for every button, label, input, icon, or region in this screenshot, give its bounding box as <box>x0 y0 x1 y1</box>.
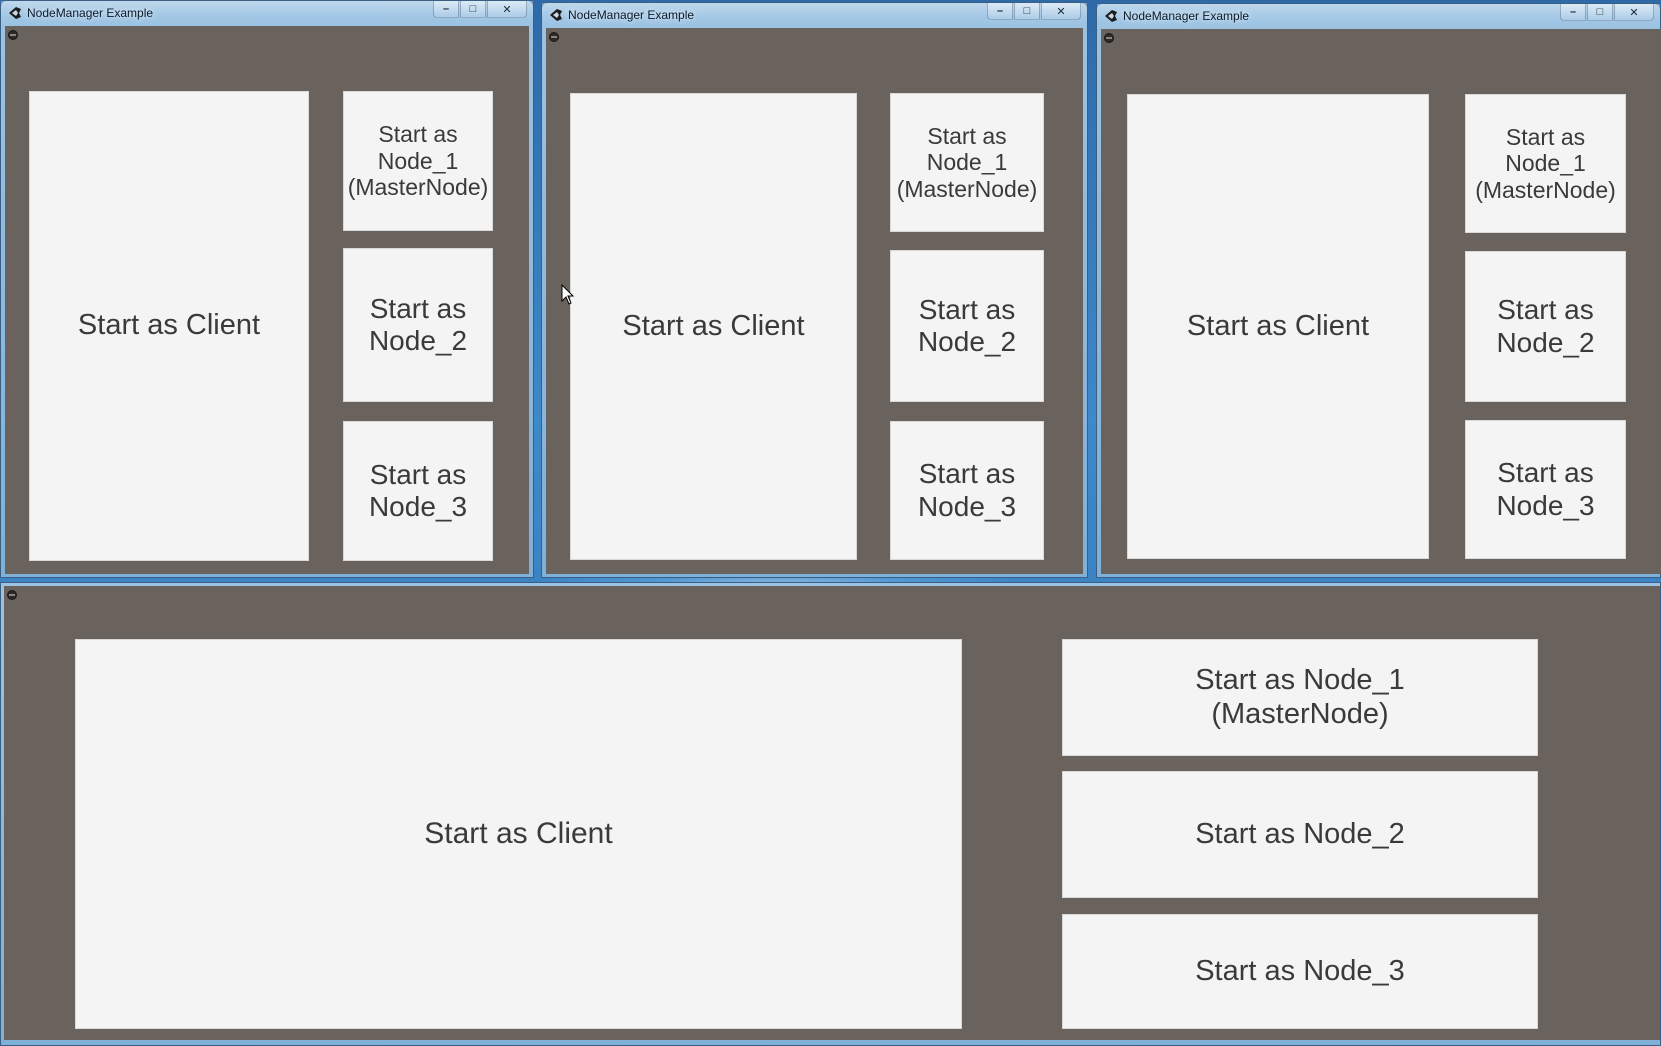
app-window-1: NodeManager Example – □ ✕ Start as Clien… <box>0 0 534 578</box>
minimize-icon: – <box>1569 6 1577 18</box>
maximize-button[interactable]: □ <box>1014 3 1040 20</box>
close-icon: ✕ <box>502 3 512 16</box>
title-bar[interactable]: NodeManager Example – □ ✕ <box>1 1 533 25</box>
start-as-node2-button[interactable]: Start as Node_2 <box>1465 251 1626 402</box>
minimize-button[interactable]: – <box>987 3 1013 20</box>
close-button[interactable]: ✕ <box>1041 3 1081 20</box>
maximize-button[interactable]: □ <box>1587 4 1613 21</box>
system-menu-icon[interactable] <box>1104 33 1114 43</box>
system-menu-icon[interactable] <box>8 30 18 40</box>
start-as-node2-button[interactable]: Start as Node_2 <box>1062 771 1538 898</box>
close-icon: ✕ <box>1056 5 1066 18</box>
start-as-client-button[interactable]: Start as Client <box>1127 94 1429 559</box>
window-title: NodeManager Example <box>568 8 695 22</box>
caption-buttons: – □ ✕ <box>987 3 1081 21</box>
client-area: Start as Client Start as Node_1 (MasterN… <box>5 26 529 574</box>
start-as-node3-button[interactable]: Start as Node_3 <box>1062 914 1538 1029</box>
start-as-node3-button[interactable]: Start as Node_3 <box>1465 420 1626 559</box>
start-as-node1-button[interactable]: Start as Node_1 (MasterNode) <box>1062 639 1538 756</box>
close-button[interactable]: ✕ <box>1614 4 1654 21</box>
start-as-node3-button[interactable]: Start as Node_3 <box>343 421 493 561</box>
start-as-node3-button[interactable]: Start as Node_3 <box>890 421 1044 560</box>
maximize-icon: □ <box>1023 5 1031 17</box>
title-bar[interactable]: NodeManager Example – □ ✕ <box>1097 4 1660 28</box>
start-as-node1-button[interactable]: Start as Node_1 (MasterNode) <box>890 93 1044 232</box>
app-window-4: Start as Client Start as Node_1 (MasterN… <box>0 582 1661 1046</box>
caption-buttons: – □ ✕ <box>1560 4 1654 22</box>
minimize-icon: – <box>442 3 450 15</box>
window-title: NodeManager Example <box>1123 9 1250 23</box>
start-as-client-button[interactable]: Start as Client <box>29 91 309 561</box>
minimize-button[interactable]: – <box>433 1 459 18</box>
window-title: NodeManager Example <box>27 6 154 20</box>
maximize-button[interactable]: □ <box>460 1 486 18</box>
client-area: Start as Client Start as Node_1 (MasterN… <box>546 28 1083 574</box>
system-menu-icon[interactable] <box>549 32 559 42</box>
unity-icon <box>9 7 21 19</box>
caption-buttons: – □ ✕ <box>433 1 527 19</box>
unity-icon <box>550 9 562 21</box>
title-bar[interactable]: NodeManager Example – □ ✕ <box>542 3 1087 27</box>
client-area: Start as Client Start as Node_1 (MasterN… <box>1101 29 1661 574</box>
start-as-node2-button[interactable]: Start as Node_2 <box>890 250 1044 402</box>
start-as-node1-button[interactable]: Start as Node_1 (MasterNode) <box>343 91 493 231</box>
start-as-client-button[interactable]: Start as Client <box>75 639 962 1029</box>
mouse-cursor-icon <box>561 284 575 305</box>
maximize-icon: □ <box>1596 6 1604 18</box>
start-as-node2-button[interactable]: Start as Node_2 <box>343 248 493 402</box>
minimize-icon: – <box>996 5 1004 17</box>
system-menu-icon[interactable] <box>7 590 17 600</box>
close-icon: ✕ <box>1629 6 1639 19</box>
close-button[interactable]: ✕ <box>487 1 527 18</box>
unity-icon <box>1105 10 1117 22</box>
start-as-client-button[interactable]: Start as Client <box>570 93 857 560</box>
minimize-button[interactable]: – <box>1560 4 1586 21</box>
maximize-icon: □ <box>469 3 477 15</box>
app-window-2: NodeManager Example – □ ✕ Start as Clien… <box>541 2 1088 578</box>
start-as-node1-button[interactable]: Start as Node_1 (MasterNode) <box>1465 94 1626 233</box>
app-window-3: NodeManager Example – □ ✕ Start as Clien… <box>1096 3 1661 578</box>
client-area: Start as Client Start as Node_1 (MasterN… <box>4 586 1660 1040</box>
